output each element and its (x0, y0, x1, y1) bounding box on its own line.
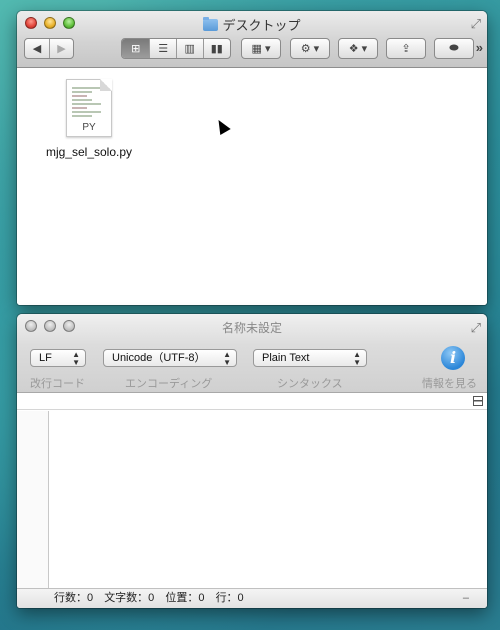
back-arrow-icon[interactable]: ◀ (25, 39, 49, 58)
file-name: mjg_sel_solo.py (45, 145, 133, 159)
line-ending-value: LF (39, 352, 52, 364)
python-file-icon: PY (66, 79, 112, 137)
toolbar-overflow-icon[interactable]: » (476, 40, 483, 55)
line-ending-select[interactable]: LF ▲ ▼ (30, 349, 86, 367)
line-number-gutter (17, 411, 49, 588)
updown-icon: ▲ ▼ (353, 350, 361, 367)
syntax-select[interactable]: Plain Text ▲ ▼ (253, 349, 367, 367)
forward-arrow-icon[interactable]: ▶ (48, 39, 73, 58)
file-item[interactable]: PY mjg_sel_solo.py (39, 79, 139, 159)
line-ending-label: 改行コード (30, 378, 85, 390)
tags-button[interactable]: ⬬ (434, 38, 474, 59)
encoding-value: Unicode（UTF-8） (112, 352, 206, 364)
tag-icon: ⬬ (449, 42, 459, 54)
status-lines: 行数：0 (54, 592, 94, 604)
dropbox-button[interactable]: ❖ ▾ (338, 38, 378, 59)
back-forward-control: ◀ ▶ (24, 38, 74, 59)
syntax-label: シンタックス (277, 378, 343, 390)
window-title: デスクトップ (17, 15, 487, 34)
status-position: 位置：0 (165, 592, 205, 604)
status-dash: – (462, 592, 469, 604)
action-button[interactable]: ⚙ ▾ (290, 38, 330, 59)
finder-content: PY mjg_sel_solo.py (17, 68, 487, 305)
view-mode-control: ⊞ ☰ ▥ ▮▮ (121, 38, 231, 59)
status-row: 行：0 (215, 592, 244, 604)
info-icon[interactable]: i (441, 346, 465, 370)
status-chars: 文字数：0 (104, 592, 155, 604)
finder-toolbar: ◀ ▶ ⊞ ☰ ▥ ▮▮ ▦ ▾ ⚙ ▾ ❖ ▾ ⇪ ⬬ » (24, 38, 487, 62)
status-bar: 行数：0 文字数：0 位置：0 行：0 – (17, 588, 487, 608)
encoding-label: エンコーディング (125, 378, 213, 390)
list-view-icon[interactable]: ☰ (149, 39, 176, 58)
share-button[interactable]: ⇪ (386, 38, 426, 59)
folder-icon (203, 17, 219, 31)
fullscreen-icon[interactable]: ⤢ (471, 320, 481, 336)
arrange-grid-icon: ▦ ▾ (251, 43, 271, 55)
updown-icon: ▲ ▼ (223, 350, 231, 367)
encoding-select[interactable]: Unicode（UTF-8） ▲ ▼ (103, 349, 237, 367)
editor-titlebar: 名称未設定 ⤢ LF ▲ ▼ 改行コード Unicode（UTF-8） ▲ ▼ エン… (17, 314, 487, 393)
text-editor-area[interactable] (50, 411, 487, 588)
info-label: 情報を見る (422, 378, 477, 390)
finder-titlebar: デスクトップ ⤢ ◀ ▶ ⊞ ☰ ▥ ▮▮ ▦ ▾ ⚙ ▾ ❖ ▾ ⇪ ⬬ » (17, 11, 487, 68)
column-view-icon[interactable]: ▥ (176, 39, 203, 58)
syntax-value: Plain Text (262, 352, 310, 364)
icon-view-icon[interactable]: ⊞ (122, 39, 150, 58)
split-view-icon[interactable] (473, 396, 483, 406)
editor-window: 名称未設定 ⤢ LF ▲ ▼ 改行コード Unicode（UTF-8） ▲ ▼ エン… (17, 314, 487, 608)
gear-icon: ⚙ ▾ (300, 43, 320, 55)
fullscreen-icon[interactable]: ⤢ (471, 16, 481, 32)
updown-icon: ▲ ▼ (72, 350, 80, 367)
dropbox-icon: ❖ ▾ (348, 43, 368, 55)
mouse-pointer-icon (213, 116, 231, 136)
finder-window: デスクトップ ⤢ ◀ ▶ ⊞ ☰ ▥ ▮▮ ▦ ▾ ⚙ ▾ ❖ ▾ ⇪ ⬬ » … (17, 11, 487, 305)
file-ext-label: PY (82, 122, 96, 133)
window-title: 名称未設定 (221, 321, 282, 335)
coverflow-view-icon[interactable]: ▮▮ (202, 39, 231, 58)
editor-navigation-bar (17, 393, 487, 410)
share-icon: ⇪ (401, 43, 411, 55)
window-title-text: デスクトップ (222, 18, 301, 33)
arrange-button[interactable]: ▦ ▾ (241, 38, 281, 59)
